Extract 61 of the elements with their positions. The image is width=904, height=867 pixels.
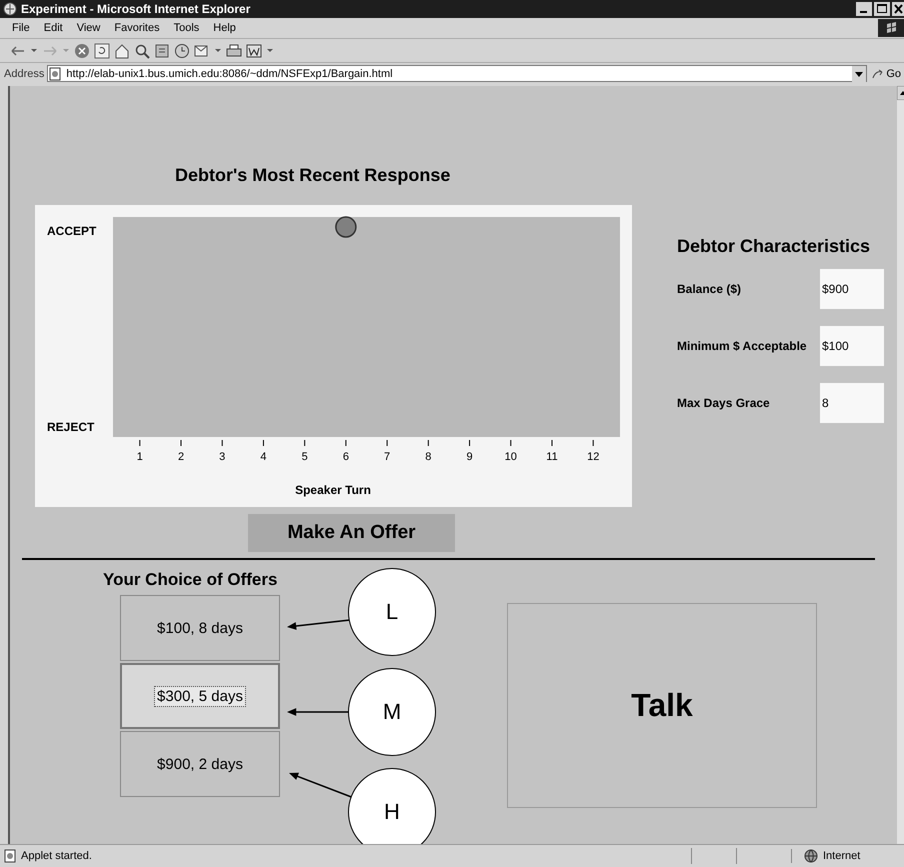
tick-label: 12 (587, 451, 600, 463)
axis-title: Speaker Turn (295, 483, 371, 497)
tick-label: 5 (302, 451, 308, 463)
history-icon[interactable] (174, 42, 190, 58)
field-label: Minimum $ Acceptable (677, 339, 808, 353)
menu-item[interactable]: File (12, 22, 30, 34)
go-button[interactable]: Go (870, 68, 904, 80)
callout-circle: H (348, 768, 436, 844)
tick-label: 11 (546, 451, 558, 463)
offer-option[interactable]: $900, 2 days (120, 731, 280, 797)
menu-item[interactable]: Help (213, 22, 236, 34)
section-heading: Your Choice of Offers (103, 570, 278, 591)
printer-icon[interactable] (226, 42, 242, 58)
menu-item[interactable]: Edit (44, 22, 63, 34)
callout-circle: M (348, 668, 436, 756)
tick-label: 4 (260, 451, 267, 463)
callout-circle: L (348, 568, 436, 656)
tick-label: 1 (136, 451, 143, 463)
tick-label: 8 (425, 451, 432, 463)
tick-label: 6 (342, 451, 349, 463)
word-icon[interactable] (246, 42, 262, 58)
menu-item[interactable]: View (76, 22, 100, 34)
offer-option[interactable]: $100, 8 days (120, 595, 280, 661)
page-icon (48, 66, 62, 80)
tick-label: 10 (504, 451, 517, 463)
tick-label: 7 (384, 451, 390, 463)
chart-title: Debtor's Most Recent Response (175, 165, 452, 187)
search-icon[interactable] (134, 42, 150, 58)
offer-option[interactable]: $300, 5 days (120, 663, 280, 729)
status-message: Applet started. (21, 850, 92, 862)
menu-item[interactable]: Tools (174, 22, 200, 34)
window-title: Experiment - Microsoft Internet Explorer (21, 2, 250, 16)
browser-icon (3, 2, 17, 16)
value-field[interactable]: $900 (820, 269, 884, 309)
dropdown-caret-icon[interactable] (852, 66, 866, 82)
tick-label: 2 (178, 451, 184, 463)
go-arrow-icon (872, 68, 884, 80)
globe-icon (804, 849, 818, 863)
make-offer-button[interactable]: Make An Offer (248, 514, 455, 552)
field-label: Max Days Grace (677, 396, 771, 410)
axis-label: REJECT (47, 420, 94, 434)
stop-icon[interactable] (74, 42, 90, 58)
refresh-icon[interactable] (94, 42, 110, 58)
section-heading: Debtor Characteristics (677, 236, 872, 257)
tick-label: 9 (466, 451, 473, 463)
status-zone: Internet (823, 850, 860, 862)
menu-item[interactable]: Favorites (114, 22, 160, 34)
address-label: Address (4, 68, 44, 80)
value-field[interactable]: 8 (820, 383, 884, 423)
maximize-icon[interactable] (874, 2, 890, 16)
tick-label: 3 (219, 451, 226, 463)
field-label: Balance ($) (677, 282, 742, 296)
minimize-icon[interactable] (856, 2, 872, 16)
talk-button[interactable]: Talk (507, 603, 817, 808)
home-icon[interactable] (114, 42, 130, 58)
value-field[interactable]: $100 (820, 326, 884, 366)
close-icon[interactable] (892, 2, 904, 16)
mail-icon[interactable] (194, 42, 210, 58)
axis-label: ACCEPT (47, 224, 96, 238)
page-icon (3, 849, 17, 863)
address-field[interactable]: http://elab-unix1.bus.umich.edu:8086/~ddm/NSFExp1/Bargain.html (47, 65, 868, 82)
